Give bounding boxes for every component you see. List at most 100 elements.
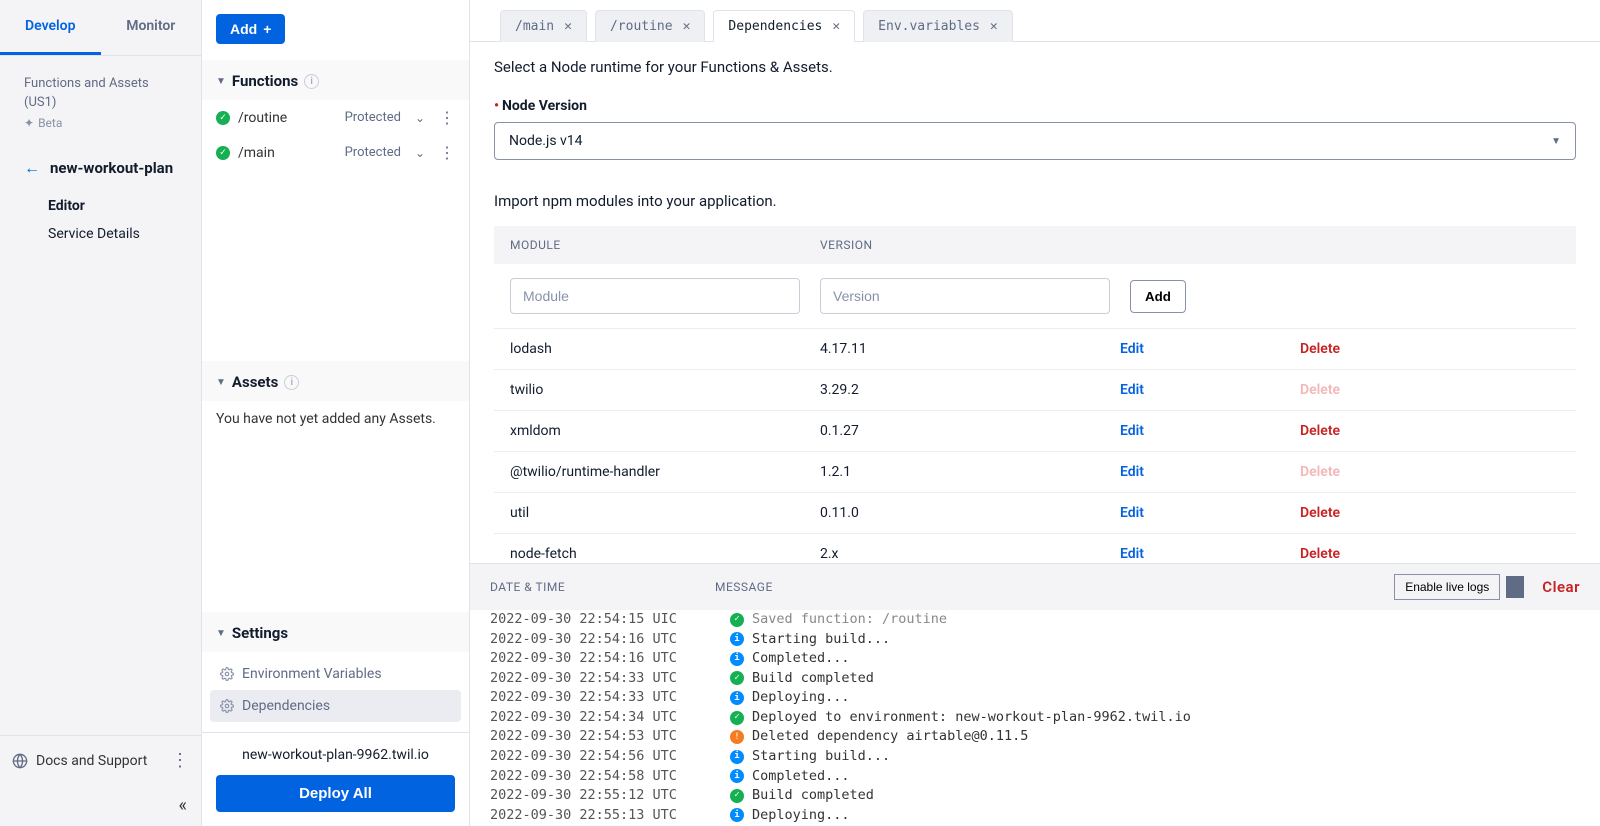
module-input[interactable] — [510, 278, 800, 314]
delete-link[interactable]: Delete — [1300, 546, 1340, 562]
log-line: 2022-09-30 22:55:13 UTC iDeploying... — [490, 806, 1580, 826]
dep-version: 3.29.2 — [820, 382, 1120, 398]
clear-logs-button[interactable]: Clear — [1542, 578, 1580, 596]
chevron-down-icon: ▼ — [216, 377, 226, 388]
functions-title: Functions — [232, 72, 298, 90]
log-message: Build completed — [752, 669, 874, 689]
back-arrow-icon[interactable]: ← — [24, 158, 40, 178]
log-message: Starting build... — [752, 630, 890, 650]
dep-version: 0.1.27 — [820, 423, 1120, 439]
log-timestamp: 2022-09-30 22:54:15 UIC — [490, 610, 680, 630]
close-icon[interactable]: ✕ — [683, 19, 691, 34]
log-line: 2022-09-30 22:54:16 UTC iCompleted... — [490, 649, 1580, 669]
more-icon[interactable]: ⋮ — [439, 108, 455, 127]
info-icon[interactable]: i — [304, 74, 319, 89]
info-icon: i — [730, 769, 744, 783]
import-text: Import npm modules into your application… — [494, 192, 1576, 210]
edit-link[interactable]: Edit — [1120, 546, 1300, 562]
edit-link[interactable]: Edit — [1120, 423, 1300, 439]
info-icon: i — [730, 632, 744, 646]
chevron-down-icon: ▼ — [216, 76, 226, 87]
editor-tab[interactable]: Dependencies✕ — [713, 10, 855, 42]
chevron-down-icon[interactable]: ⌄ — [415, 111, 425, 125]
close-icon[interactable]: ✕ — [564, 19, 572, 34]
assets-section-header[interactable]: ▼ Assets i — [202, 361, 469, 401]
edit-link[interactable]: Edit — [1120, 341, 1300, 357]
assets-title: Assets — [232, 373, 278, 391]
dependency-row: node-fetch 2.x Edit Delete — [494, 534, 1576, 563]
log-timestamp: 2022-09-30 22:54:33 UTC — [490, 688, 680, 708]
add-button[interactable]: Add + — [216, 14, 285, 44]
beta-text: Beta — [38, 116, 62, 130]
docs-label: Docs and Support — [36, 753, 147, 769]
log-timestamp: 2022-09-30 22:54:33 UTC — [490, 669, 680, 689]
deps-label: Dependencies — [242, 698, 330, 714]
log-timestamp: 2022-09-30 22:54:56 UTC — [490, 747, 680, 767]
dep-module: node-fetch — [510, 546, 820, 562]
edit-link[interactable]: Edit — [1120, 382, 1300, 398]
editor-tab[interactable]: Env.variables✕ — [863, 10, 1013, 42]
functions-section-header[interactable]: ▼ Functions i — [202, 60, 469, 100]
add-label: Add — [230, 21, 257, 37]
beta-badge: ✦ Beta — [24, 116, 187, 130]
chevron-down-icon: ▼ — [1551, 136, 1561, 147]
log-message: Deploying... — [752, 806, 850, 826]
dep-version: 1.2.1 — [820, 464, 1120, 480]
delete-link[interactable]: Delete — [1300, 341, 1340, 357]
log-message: Completed... — [752, 767, 850, 787]
info-icon: i — [730, 652, 744, 666]
gear-icon — [220, 667, 234, 681]
log-panel: DATE & TIME MESSAGE Enable live logs Cle… — [470, 563, 1600, 826]
edit-link[interactable]: Edit — [1120, 464, 1300, 480]
dep-module: util — [510, 505, 820, 521]
close-icon[interactable]: ✕ — [990, 19, 998, 34]
plus-icon: + — [263, 21, 271, 37]
log-line: 2022-09-30 22:54:34 UTC ✓Deployed to env… — [490, 708, 1580, 728]
region-label: (US1) — [24, 95, 187, 110]
enable-live-logs-button[interactable]: Enable live logs — [1394, 574, 1500, 600]
chevron-down-icon[interactable]: ⌄ — [415, 146, 425, 160]
delete-link[interactable]: Delete — [1300, 505, 1340, 521]
edit-link[interactable]: Edit — [1120, 505, 1300, 521]
ok-icon: ✓ — [730, 711, 744, 725]
nav-service-details[interactable]: Service Details — [48, 220, 187, 248]
nav-editor[interactable]: Editor — [48, 192, 187, 220]
settings-dependencies[interactable]: Dependencies — [210, 690, 461, 722]
more-icon[interactable]: ⋮ — [439, 143, 455, 162]
function-row[interactable]: ✓ /main Protected ⌄ ⋮ — [202, 135, 469, 170]
main-content: /main✕/routine✕Dependencies✕Env.variable… — [470, 0, 1600, 826]
delete-link[interactable]: Delete — [1300, 423, 1340, 439]
log-message: Deploying... — [752, 688, 850, 708]
dep-version: 2.x — [820, 546, 1120, 562]
version-input[interactable] — [820, 278, 1110, 314]
function-name: /routine — [238, 110, 337, 126]
log-line: 2022-09-30 22:54:33 UTC ✓ Build completed — [490, 669, 1580, 689]
host-prefix: new-workout-plan-9962 — [242, 747, 388, 763]
editor-tab[interactable]: /main✕ — [500, 10, 587, 42]
log-timestamp: 2022-09-30 22:54:16 UTC — [490, 649, 680, 669]
dependency-row: @twilio/runtime-handler 1.2.1 Edit Delet… — [494, 452, 1576, 493]
ok-icon: ✓ — [730, 671, 744, 685]
tab-monitor[interactable]: Monitor — [101, 0, 202, 55]
collapse-sidebar-icon[interactable]: « — [179, 795, 187, 816]
function-row[interactable]: ✓ /routine Protected ⌄ ⋮ — [202, 100, 469, 135]
log-timestamp: 2022-09-30 22:54:58 UTC — [490, 767, 680, 787]
docs-support-link[interactable]: Docs and Support — [12, 753, 147, 769]
more-menu-icon[interactable]: ⋮ — [171, 750, 189, 771]
live-toggle-icon[interactable] — [1506, 576, 1524, 598]
node-version-select[interactable]: Node.js v14 ▼ — [494, 122, 1576, 160]
info-icon: i — [730, 808, 744, 822]
deploy-all-button[interactable]: Deploy All — [216, 775, 455, 812]
info-icon[interactable]: i — [284, 375, 299, 390]
close-icon[interactable]: ✕ — [832, 19, 840, 34]
log-line: 2022-09-30 22:54:16 UTC iStarting build.… — [490, 630, 1580, 650]
log-message: Deleted dependency airtable@0.11.5 — [752, 727, 1028, 747]
add-module-button[interactable]: Add — [1130, 280, 1186, 313]
settings-section-header[interactable]: ▼ Settings — [202, 612, 469, 652]
settings-env-variables[interactable]: Environment Variables — [202, 658, 469, 690]
dependency-row: lodash 4.17.11 Edit Delete — [494, 329, 1576, 370]
editor-tab[interactable]: /routine✕ — [595, 10, 705, 42]
sparkle-icon: ✦ — [24, 116, 34, 130]
tab-develop[interactable]: Develop — [0, 0, 101, 55]
functions-assets-label: Functions and Assets — [24, 76, 187, 91]
